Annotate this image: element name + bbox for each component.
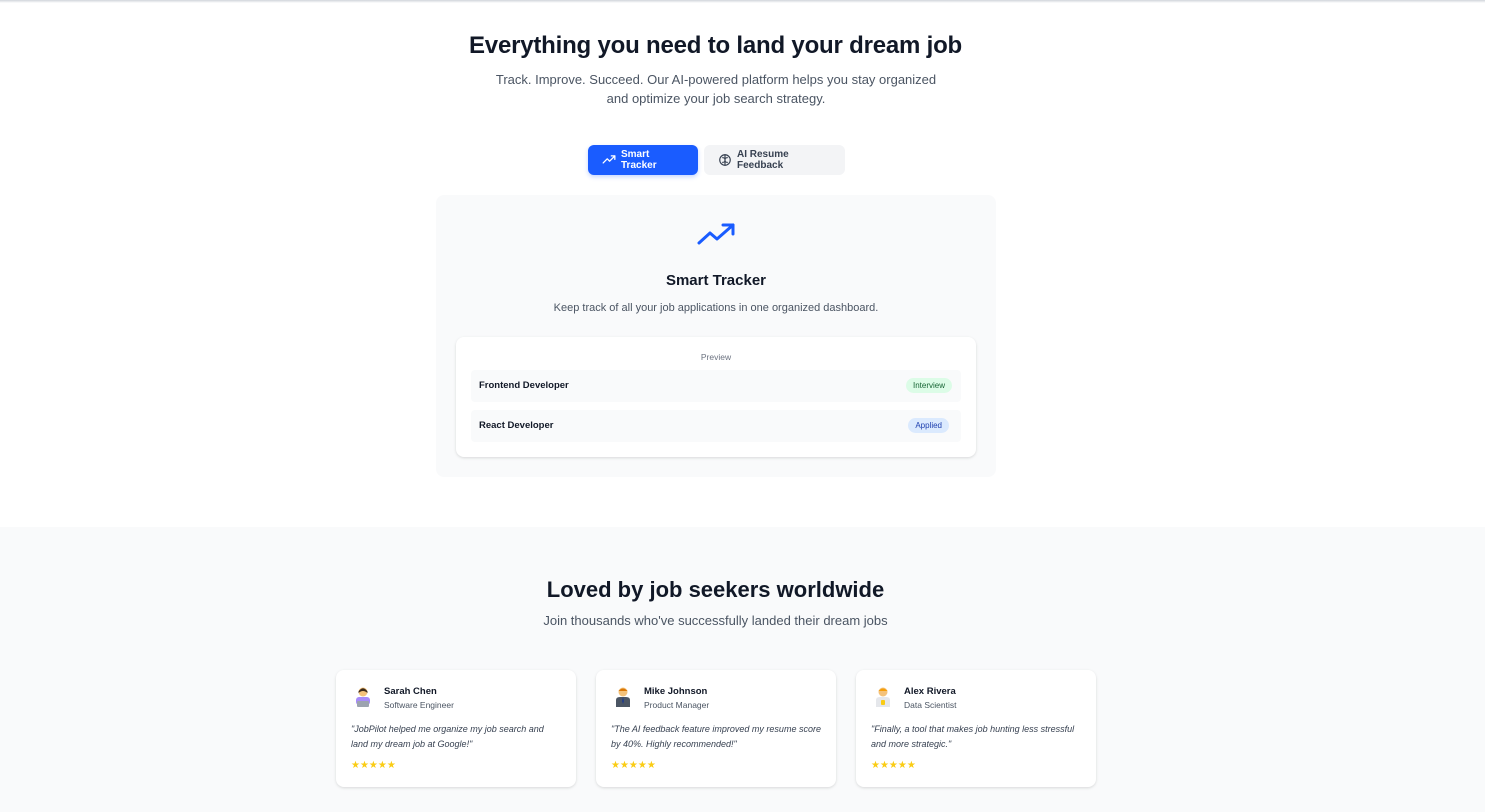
tab-smart-tracker[interactable]: Smart Tracker — [588, 145, 698, 175]
testimonial-role: Product Manager — [644, 700, 710, 710]
testimonial-quote: "JobPilot helped me organize my job sear… — [351, 724, 544, 749]
testimonial-name: Alex Rivera — [904, 686, 956, 697]
star-rating: ★★★★★ — [871, 760, 916, 771]
testimonials-title: Loved by job seekers worldwide — [546, 577, 885, 602]
job-title: Frontend Developer — [479, 380, 569, 391]
testimonials-section: Loved by job seekers worldwide Join thou… — [0, 527, 1485, 812]
testimonial-name: Mike Johnson — [644, 686, 708, 697]
trending-up-icon — [696, 221, 736, 249]
avatar — [873, 686, 893, 708]
feature-tabs: Smart Tracker AI Resume Feedback — [588, 145, 845, 175]
job-row: React Developer Applied — [471, 410, 961, 442]
job-title: React Developer — [479, 420, 554, 431]
status-badge: Interview — [905, 378, 952, 393]
tab-label: AI Resume Feedback — [737, 149, 789, 171]
testimonial-quote: "The AI feedback feature improved my res… — [611, 724, 821, 749]
preview-label: Preview — [700, 352, 732, 362]
tab-label: Smart Tracker — [621, 149, 657, 171]
avatar — [353, 686, 373, 708]
avatar — [613, 686, 633, 708]
feature-title: Smart Tracker — [665, 272, 767, 289]
testimonials-subtitle: Join thousands who've successfully lande… — [543, 613, 888, 628]
brain-icon — [718, 153, 732, 167]
hero-title: Everything you need to land your dream j… — [468, 32, 962, 59]
testimonial-card: Sarah Chen Software Engineer "JobPilot h… — [336, 670, 576, 787]
top-divider — [0, 0, 1485, 3]
testimonial-role: Data Scientist — [904, 700, 957, 710]
feature-card: Smart Tracker Keep track of all your job… — [436, 195, 996, 477]
star-rating: ★★★★★ — [351, 760, 396, 771]
testimonial-quote: "Finally, a tool that makes job hunting … — [871, 724, 1075, 749]
feature-description: Keep track of all your job applications … — [553, 302, 879, 314]
testimonial-card: Alex Rivera Data Scientist "Finally, a t… — [856, 670, 1096, 787]
features-section: Everything you need to land your dream j… — [0, 0, 1485, 527]
testimonial-card: Mike Johnson Product Manager "The AI fee… — [596, 670, 836, 787]
testimonial-role: Software Engineer — [384, 700, 454, 710]
status-badge: Applied — [908, 418, 949, 433]
tab-ai-resume-feedback[interactable]: AI Resume Feedback — [704, 145, 845, 175]
star-rating: ★★★★★ — [611, 760, 656, 771]
hero-subtitle: Track. Improve. Succeed. Our AI-powered … — [495, 72, 937, 106]
preview-panel: Preview Frontend Developer Interview Rea… — [456, 337, 976, 457]
job-row: Frontend Developer Interview — [471, 370, 961, 402]
trending-up-icon — [602, 153, 616, 167]
testimonial-name: Sarah Chen — [384, 686, 437, 697]
